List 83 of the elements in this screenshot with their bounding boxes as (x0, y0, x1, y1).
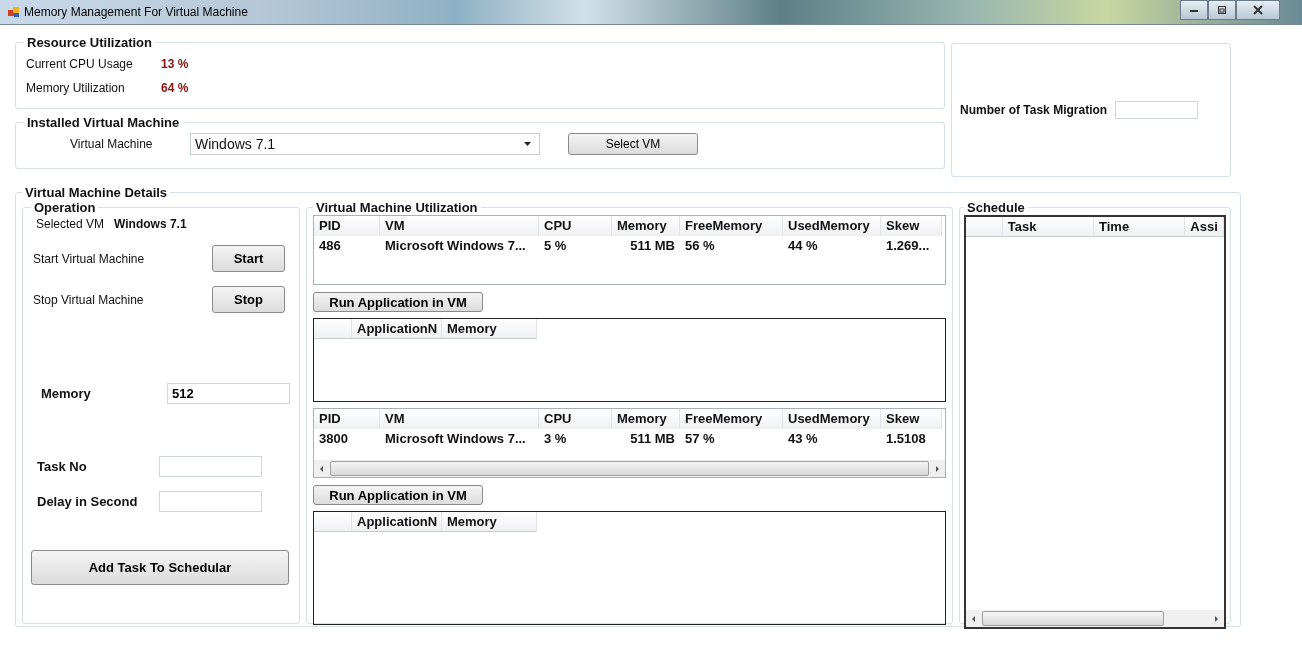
metric-value: 13 % (161, 57, 189, 71)
action-button[interactable]: Start (212, 245, 285, 272)
action-label: Stop Virtual Machine (33, 292, 144, 307)
run-application-button[interactable]: Run Application in VM (313, 485, 483, 505)
add-task-button[interactable]: Add Task To Schedular (31, 550, 289, 585)
selected-vm-value: Windows 7.1 (114, 217, 187, 231)
group-title: Installed Virtual Machine (26, 115, 181, 130)
horizontal-scrollbar[interactable] (966, 610, 1224, 627)
restore-button[interactable] (1208, 0, 1236, 20)
input-field[interactable] (1115, 101, 1199, 119)
column-header[interactable]: UsedMemory (783, 216, 881, 236)
table-cell-text: 1.5108 (885, 430, 927, 448)
window-title: Memory Management For Virtual Machine (24, 5, 248, 19)
close-icon (1253, 5, 1263, 15)
memory-input[interactable]: 512 (167, 383, 290, 404)
minimize-icon (1189, 7, 1199, 13)
table-cell-text: 56 % (684, 237, 716, 255)
column-header[interactable]: ApplicationN (352, 512, 442, 532)
dropdown-caret-icon (524, 142, 531, 146)
field-label: Selected VM (36, 217, 105, 231)
select-vm-button[interactable]: Select VM (568, 133, 698, 155)
field-label: Delay in Second (37, 494, 139, 509)
row-header-corner (966, 217, 1003, 237)
field-label: Task No (37, 459, 88, 474)
metric-label: Memory Utilization (26, 81, 126, 95)
metric-value: 64 % (161, 81, 189, 95)
action-button[interactable]: Stop (212, 286, 285, 313)
metric-label: Current CPU Usage (26, 57, 134, 71)
left-arrow-icon[interactable] (318, 464, 326, 473)
column-header[interactable]: Skew (881, 409, 942, 429)
row-header-corner (314, 319, 352, 339)
minimize-button[interactable] (1180, 0, 1208, 20)
column-header[interactable]: CPU (539, 409, 612, 429)
table-cell-text: 486 (318, 237, 342, 255)
right-arrow-icon[interactable] (1212, 614, 1220, 623)
table-cell-text: Microsoft Windows 7... (384, 430, 527, 448)
column-header[interactable]: Memory (442, 319, 537, 339)
horizontal-scrollbar[interactable] (314, 460, 945, 477)
app-icon (8, 6, 20, 18)
column-header[interactable]: Memory (442, 512, 537, 532)
group-title: Operation (33, 200, 97, 215)
field-label: Memory (41, 386, 92, 401)
left-arrow-icon[interactable] (970, 614, 978, 623)
table-cell-text: 5 % (543, 237, 568, 255)
field-label: Number of Task Migration (960, 103, 1108, 117)
vm-dropdown[interactable]: Windows 7.1 (190, 133, 540, 155)
column-header[interactable]: Assi (1185, 217, 1224, 237)
close-button[interactable] (1236, 0, 1280, 20)
column-header[interactable]: PID (314, 216, 380, 236)
column-header[interactable]: Skew (881, 216, 942, 236)
column-header[interactable]: VM (380, 409, 539, 429)
restore-icon (1217, 5, 1227, 15)
input-field[interactable] (159, 456, 262, 477)
column-header[interactable]: VM (380, 216, 539, 236)
table-cell-text: 3 % (543, 430, 568, 448)
table-cell-text: 57 % (684, 430, 716, 448)
group-title: Virtual Machine Details (24, 185, 169, 200)
column-header[interactable]: Task (1002, 217, 1095, 237)
group-title: Schedule (966, 200, 1026, 215)
table-cell-text: 43 % (787, 430, 819, 448)
row-header-corner (314, 512, 352, 532)
field-label: Virtual Machine (70, 137, 154, 151)
group-title: Resource Utilization (26, 35, 153, 50)
table-cell-text: 44 % (787, 237, 819, 255)
column-header[interactable]: Time (1094, 217, 1186, 237)
table-cell-text: 511 MB (629, 430, 676, 448)
column-header[interactable]: ApplicationN (352, 319, 442, 339)
column-header[interactable]: FreeMemory (680, 409, 783, 429)
input-field[interactable] (159, 491, 262, 512)
column-header[interactable]: Memory (612, 216, 680, 236)
column-header[interactable]: PID (314, 409, 380, 429)
column-header[interactable]: FreeMemory (680, 216, 783, 236)
group-title: Virtual Machine Utilization (315, 200, 479, 215)
table-cell-text: 3800 (318, 430, 349, 448)
right-arrow-icon[interactable] (933, 464, 941, 473)
run-application-button[interactable]: Run Application in VM (313, 292, 483, 312)
table-cell-text: 511 MB (629, 237, 676, 255)
column-header[interactable]: UsedMemory (783, 409, 881, 429)
action-label: Start Virtual Machine (33, 251, 145, 266)
column-header[interactable]: Memory (612, 409, 680, 429)
column-header[interactable]: CPU (539, 216, 612, 236)
table-cell-text: 1.269... (885, 237, 931, 255)
table-cell-text: Microsoft Windows 7... (384, 237, 527, 255)
